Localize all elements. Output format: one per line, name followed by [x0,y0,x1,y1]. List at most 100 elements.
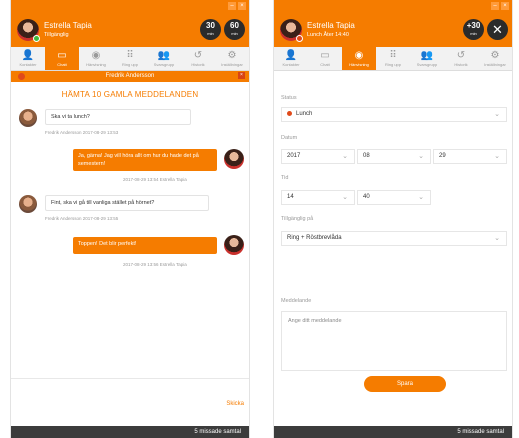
tab-label: Chatt [320,62,330,67]
badge-unit: min [470,31,477,36]
time-label: Tid [281,175,289,181]
dialpad-icon: ⠿ [389,50,397,61]
profile-name: Estrella Tapia [44,21,92,30]
chevron-down-icon: ⌄ [494,111,500,118]
badge-unit: min [231,31,238,36]
load-older-messages-button[interactable]: HÄMTA 10 GAMLA MEDDELANDEN [11,90,249,99]
quick-away-30-button[interactable]: 30 min [200,19,221,40]
close-window-icon[interactable]: × [501,2,509,10]
chevron-down-icon: ⌄ [342,194,348,201]
person-icon: 👤 [21,50,35,61]
eye-icon: ◉ [354,50,364,61]
tab-inställningar[interactable]: ⚙ Inställningar [478,47,512,70]
reachable-select[interactable]: Ring + Röstbrevlåda ⌄ [281,231,507,246]
minimize-icon[interactable]: – [228,2,236,10]
message-list: Ska vi ta lunch? Fredrik Andersson 2017-… [11,99,249,389]
tab-label: Inställningar [221,62,243,67]
tab-hänvisning[interactable]: ◉ Hänvisning [79,47,113,70]
reachable-label: Tillgänglig på [281,216,314,222]
day-select[interactable]: 29 ⌄ [433,149,507,164]
tab-hänvisning[interactable]: ◉ Hänvisning [342,47,376,70]
tab-kontakter[interactable]: 👤 Kontakter [11,47,45,70]
gear-icon: ⚙ [490,50,500,61]
history-icon: ↺ [193,50,203,61]
chevron-down-icon: ⌄ [494,153,500,160]
year-select[interactable]: 2017 ⌄ [281,149,355,164]
missed-calls-bar[interactable]: 5 missade samtal [274,426,512,438]
tab-chatt[interactable]: ▭ Chatt [308,47,342,70]
chevron-down-icon: ⌄ [342,153,348,160]
presence-dot [33,35,40,42]
close-chat-icon[interactable]: × [238,72,245,79]
quick-away-60-button[interactable]: 60 min [224,19,245,40]
message-meta: Fredrik Andersson 2017-08-29 13:55 [45,216,119,221]
profile-status[interactable]: Tillgänglig [44,32,69,38]
chat-contact-name: Fredrik Andersson [105,73,155,79]
sender-avatar [224,235,244,255]
tab-ring-upp[interactable]: ⠿ Ring upp [376,47,410,70]
presence-icon [18,73,25,80]
close-window-icon[interactable]: × [238,2,246,10]
eye-icon: ◉ [91,50,101,61]
send-button[interactable]: Skicka [226,401,244,407]
minute-select[interactable]: 40 ⌄ [357,190,431,205]
tab-ring-upp[interactable]: ⠿ Ring upp [113,47,147,70]
message-bubble-incoming: Ska vi ta lunch? [45,109,191,125]
tab-historik[interactable]: ↺ Historik [444,47,478,70]
window-titlebar: – × [11,0,249,13]
main-tabs: 👤 Kontakter ▭ Chatt ◉ Hänvisning ⠿ Ring upp 👥 Sva… [11,47,249,71]
missed-calls-bar[interactable]: 5 missade samtal [11,426,249,438]
window-controls: – × [228,2,246,10]
message-meta: 2017-08-29 13:54 Estrella Tapia [123,177,187,182]
person-icon: 👤 [284,50,298,61]
tab-label: Historik [454,62,468,67]
tab-svarsgrupp[interactable]: 👥 Svarsgrupp [410,47,444,70]
message-meta: 2017-08-29 13:56 Estrella Tapia [123,262,187,267]
referral-screen: – × Estrella Tapia Lunch Åter 14:40 +30 … [273,0,513,438]
tab-inställningar[interactable]: ⚙ Inställningar [215,47,249,70]
chat-icon: ▭ [320,50,330,61]
day-value: 29 [439,153,446,159]
tab-label: Svarsgrupp [416,62,438,67]
tab-label: Hänvisning [349,62,369,67]
tab-label: Ring upp [384,62,401,67]
status-color-icon [287,110,292,116]
chat-icon: ▭ [57,50,67,61]
tab-label: Chatt [57,62,67,67]
hour-select[interactable]: 14 ⌄ [281,190,355,205]
date-label: Datum [281,135,298,141]
year-value: 2017 [287,153,301,159]
close-icon: ✕ [492,22,503,37]
tab-chatt[interactable]: ▭ Chatt [45,47,79,70]
extend-30-button[interactable]: +30 min [463,19,484,40]
save-button[interactable]: Spara [364,376,446,392]
hour-value: 14 [287,194,294,200]
group-icon: 👥 [420,50,434,61]
status-select[interactable]: Lunch ⌄ [281,107,507,122]
tab-kontakter[interactable]: 👤 Kontakter [274,47,308,70]
message-bubble-outgoing: Ja, gärna! Jag vill höra allt om hur du … [73,149,217,171]
tab-label: Hänvisning [86,62,106,67]
chat-header: Fredrik Andersson × [11,71,249,82]
message-composer[interactable]: Skicka [11,378,249,426]
chevron-down-icon: ⌄ [418,153,424,160]
tab-label: Historik [191,62,205,67]
month-select[interactable]: 08 ⌄ [357,149,431,164]
profile-status[interactable]: Lunch Åter 14:40 [307,32,349,38]
history-icon: ↺ [456,50,466,61]
profile-name: Estrella Tapia [307,21,355,30]
tab-svarsgrupp[interactable]: 👥 Svarsgrupp [147,47,181,70]
profile-header: Estrella Tapia Tillgänglig 30 min 60 min [11,13,249,47]
message-label: Meddelande [281,298,312,304]
message-meta: Fredrik Andersson 2017-08-29 13:53 [45,130,119,135]
minute-value: 40 [363,194,370,200]
message-textarea[interactable]: Ange ditt meddelande [281,311,507,371]
gear-icon: ⚙ [227,50,237,61]
tab-historik[interactable]: ↺ Historik [181,47,215,70]
clear-status-button[interactable]: ✕ [487,19,508,40]
month-value: 08 [363,153,370,159]
tab-label: Inställningar [484,62,506,67]
minimize-icon[interactable]: – [491,2,499,10]
status-value: Lunch [296,111,313,117]
message-bubble-outgoing: Toppen! Det blir perfekt! [73,237,217,254]
